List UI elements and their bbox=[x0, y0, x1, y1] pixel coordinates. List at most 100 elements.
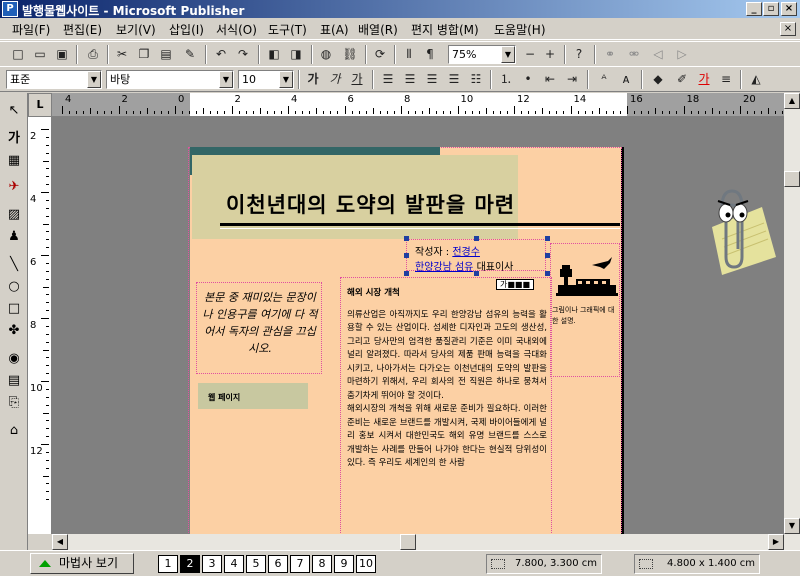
bring-front-icon[interactable]: ◧ bbox=[264, 45, 284, 64]
html-fragment-icon[interactable]: ⎘ bbox=[4, 393, 24, 413]
wordart-icon[interactable]: ✈ bbox=[4, 177, 24, 197]
paragraph-icon[interactable]: ¶ bbox=[420, 45, 440, 64]
style-select[interactable]: 표준 ▼ bbox=[6, 70, 102, 89]
paste-icon[interactable]: ▤ bbox=[156, 45, 176, 64]
menu-help[interactable]: 도움말(H) bbox=[494, 21, 546, 38]
selection-handle[interactable] bbox=[404, 271, 409, 276]
pull-quote[interactable]: 본문 중 재미있는 문장이나 인용구를 여기에 다 적어서 독자의 관심을 끄십… bbox=[200, 289, 320, 357]
document-close-button[interactable]: × bbox=[780, 22, 796, 36]
zoom-select[interactable]: 75% ▼ bbox=[448, 45, 516, 64]
page-button-10[interactable]: 10 bbox=[356, 555, 376, 573]
ruler-origin[interactable]: L bbox=[28, 93, 52, 117]
shadow-icon[interactable]: ◭ bbox=[746, 70, 766, 89]
scroll-up-button[interactable]: ▲ bbox=[784, 93, 800, 109]
unlink-icon[interactable]: ⚮ bbox=[624, 45, 644, 64]
company-link[interactable]: 한양강남 섬유 bbox=[415, 262, 473, 273]
font-select[interactable]: 바탕 ▼ bbox=[106, 70, 234, 89]
cut-icon[interactable]: ✂ bbox=[112, 45, 132, 64]
web-label-box[interactable]: 웹 페이지 bbox=[198, 383, 308, 409]
columns-icon[interactable]: ⦀ bbox=[399, 45, 419, 64]
horizontal-scroll-thumb[interactable] bbox=[400, 534, 416, 550]
font-color-button[interactable]: 가 bbox=[694, 70, 714, 89]
airport-clipart-icon[interactable] bbox=[552, 247, 618, 303]
horizontal-ruler[interactable]: 4 2 0 2 4 6 8 10 12 14 16 18 20 bbox=[52, 93, 784, 117]
web-icon[interactable]: ◍ bbox=[316, 45, 336, 64]
vertical-scrollbar[interactable]: ▲ ▼ bbox=[784, 93, 800, 550]
font-size-icon[interactable]: ᴬ bbox=[594, 70, 614, 89]
menu-arrange[interactable]: 배열(R) bbox=[358, 21, 398, 38]
publisher-icon[interactable]: P bbox=[2, 1, 18, 17]
hyperlink-icon[interactable]: ⛓ bbox=[340, 45, 360, 64]
italic-button[interactable]: 가 bbox=[325, 70, 345, 89]
page-button-6[interactable]: 6 bbox=[268, 555, 288, 573]
prev-frame-icon[interactable]: ◁ bbox=[648, 45, 668, 64]
article-body[interactable]: 해외 시장 개척 의류산업은 아직까지도 우리 한양강남 섬유의 능력을 활용할… bbox=[347, 287, 547, 479]
office-assistant-icon[interactable] bbox=[692, 187, 778, 277]
increase-indent-icon[interactable]: ⇥ bbox=[562, 70, 582, 89]
menu-insert[interactable]: 삽입(I) bbox=[169, 21, 204, 38]
selection-handle[interactable] bbox=[474, 236, 479, 241]
chevron-down-icon[interactable]: ▼ bbox=[279, 71, 293, 88]
link-icon[interactable]: ⚭ bbox=[600, 45, 620, 64]
form-control-icon[interactable]: ▤ bbox=[4, 371, 24, 391]
line-icon[interactable]: ╲ bbox=[4, 255, 24, 275]
zoom-in-icon[interactable]: + bbox=[540, 45, 560, 64]
align-right-icon[interactable]: ☰ bbox=[422, 70, 442, 89]
font-shrink-icon[interactable]: ᴀ bbox=[616, 70, 636, 89]
page-button-5[interactable]: 5 bbox=[246, 555, 266, 573]
redo-icon[interactable]: ↷ bbox=[233, 45, 253, 64]
picture-icon[interactable]: ▨ bbox=[4, 205, 24, 225]
selection-handle[interactable] bbox=[474, 271, 479, 276]
menu-table[interactable]: 표(A) bbox=[320, 21, 349, 38]
publication-page[interactable]: 이천년대의 도약의 발판을 마련 작성자 : 전경수 한양강남 섬유 대표이사 … bbox=[188, 147, 624, 534]
bold-button[interactable]: 가 bbox=[303, 70, 323, 89]
picture-caption[interactable]: 그림이나 그래픽에 대한 설명. bbox=[552, 305, 618, 327]
horizontal-scrollbar[interactable]: ◀ ▶ bbox=[52, 534, 784, 550]
menu-file[interactable]: 파일(F) bbox=[12, 21, 50, 38]
scroll-left-button[interactable]: ◀ bbox=[52, 534, 68, 550]
send-back-icon[interactable]: ◨ bbox=[286, 45, 306, 64]
help-icon[interactable]: ? bbox=[569, 45, 589, 64]
menu-format[interactable]: 서식(O) bbox=[216, 21, 257, 38]
maximize-button[interactable]: ▫ bbox=[763, 2, 779, 16]
align-left-icon[interactable]: ☰ bbox=[378, 70, 398, 89]
scroll-down-button[interactable]: ▼ bbox=[784, 518, 800, 534]
underline-button[interactable]: 가 bbox=[347, 70, 367, 89]
table-icon[interactable]: ▦ bbox=[4, 151, 24, 171]
print-icon[interactable]: ⎙ bbox=[83, 45, 103, 64]
page-button-1[interactable]: 1 bbox=[158, 555, 178, 573]
author-frame[interactable]: 작성자 : 전경수 한양강남 섬유 대표이사 bbox=[415, 245, 513, 275]
vertical-ruler[interactable]: 2 4 6 8 10 12 bbox=[28, 117, 52, 534]
bullets-icon[interactable]: • bbox=[518, 70, 538, 89]
custom-shapes-icon[interactable]: ✤ bbox=[4, 321, 24, 341]
selection-handle[interactable] bbox=[404, 253, 409, 258]
page-button-3[interactable]: 3 bbox=[202, 555, 222, 573]
align-center-icon[interactable]: ☰ bbox=[400, 70, 420, 89]
page-button-8[interactable]: 8 bbox=[312, 555, 332, 573]
selection-handle[interactable] bbox=[545, 236, 550, 241]
clipart-icon[interactable]: ♟ bbox=[4, 227, 24, 247]
new-icon[interactable]: □ bbox=[8, 45, 28, 64]
selection-handle[interactable] bbox=[404, 236, 409, 241]
zoom-out-icon[interactable]: − bbox=[520, 45, 540, 64]
justify-icon[interactable]: ☰ bbox=[444, 70, 464, 89]
open-icon[interactable]: ▭ bbox=[30, 45, 50, 64]
scroll-right-button[interactable]: ▶ bbox=[768, 534, 784, 550]
next-frame-icon[interactable]: ▷ bbox=[672, 45, 692, 64]
line-style-icon[interactable]: ≡ bbox=[716, 70, 736, 89]
oval-icon[interactable]: ○ bbox=[4, 277, 24, 297]
save-icon[interactable]: ▣ bbox=[52, 45, 72, 64]
minimize-button[interactable]: _ bbox=[746, 2, 762, 16]
page-button-4[interactable]: 4 bbox=[224, 555, 244, 573]
vertical-scroll-thumb[interactable] bbox=[784, 171, 800, 187]
fill-color-icon[interactable]: ◆ bbox=[648, 70, 668, 89]
page-button-2[interactable]: 2 bbox=[180, 555, 200, 573]
numbering-icon[interactable]: ⒈ bbox=[496, 70, 516, 89]
workspace[interactable]: 이천년대의 도약의 발판을 마련 작성자 : 전경수 한양강남 섬유 대표이사 … bbox=[52, 117, 784, 534]
copy-icon[interactable]: ❐ bbox=[134, 45, 154, 64]
line-color-icon[interactable]: ✐ bbox=[672, 70, 692, 89]
chevron-down-icon[interactable]: ▼ bbox=[87, 71, 101, 88]
menu-view[interactable]: 보기(V) bbox=[116, 21, 156, 38]
menu-mail-merge[interactable]: 편지 병합(M) bbox=[411, 21, 479, 38]
pointer-icon[interactable]: ↖ bbox=[4, 101, 24, 121]
